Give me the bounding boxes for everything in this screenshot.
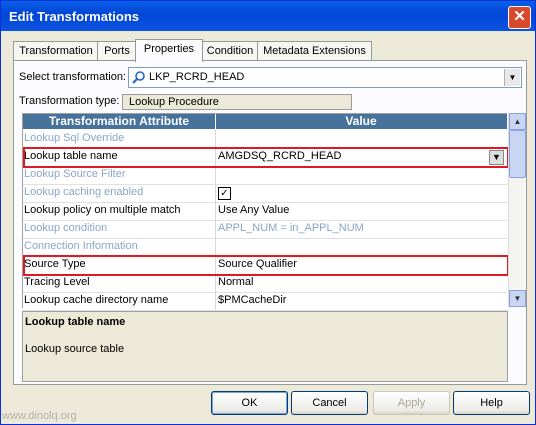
header-attribute: Transformation Attribute [23,114,216,129]
grid-row-lookup-sql-override[interactable]: Lookup Sql Override [23,130,507,149]
grid-row-lookup-condition[interactable]: Lookup condition APPL_NUM = in_APPL_NUM [23,220,507,239]
tab-transformation[interactable]: Transformation [13,41,99,61]
grid-header: Transformation Attribute Value [23,114,507,129]
row-attribute: Lookup table name [24,150,118,162]
properties-panel: Select transformation: LKP_RCRD_HEAD ▼ T… [13,60,527,385]
dropdown-arrow-icon[interactable]: ▼ [489,150,504,165]
description-box: Lookup table name Lookup source table [22,311,508,382]
window-title: Edit Transformations [9,9,140,24]
description-title: Lookup table name [25,316,126,328]
scroll-up-icon[interactable]: ▲ [509,113,526,130]
row-attribute: Source Type [24,258,86,270]
select-transformation-combo[interactable]: LKP_RCRD_HEAD ▼ [128,67,522,88]
tab-metadata-extensions[interactable]: Metadata Extensions [257,41,372,61]
title-bar: Edit Transformations ✕ [1,1,535,31]
row-value: Use Any Value [218,204,290,216]
row-attribute: Lookup policy on multiple match [24,204,181,216]
watermark: www.dinolq.org [2,410,77,422]
row-attribute: Lookup condition [24,222,108,234]
caching-checkbox[interactable]: ✓ [218,187,231,200]
row-attribute: Lookup Source Filter [24,168,126,180]
grid-row-lookup-caching-enabled[interactable]: Lookup caching enabled ✓ [23,184,507,203]
cancel-button[interactable]: Cancel [291,391,368,415]
grid-row-tracing-level[interactable]: Tracing Level Normal [23,274,507,293]
scroll-thumb[interactable] [509,130,526,178]
chevron-down-icon[interactable]: ▼ [504,69,520,86]
tab-properties[interactable]: Properties [135,39,203,62]
grid-row-lookup-table-name[interactable]: Lookup table name AMGDSQ_RCRD_HEAD ▼ [23,148,507,167]
row-value: APPL_NUM = in_APPL_NUM [218,222,364,234]
transformation-type-label: Transformation type: [19,95,120,107]
scroll-down-icon[interactable]: ▼ [509,290,526,307]
transformation-type-value: Lookup Procedure [122,94,352,110]
row-attribute: Lookup Sql Override [24,132,125,144]
description-text: Lookup source table [25,343,125,355]
row-attribute: Tracing Level [24,276,90,288]
select-transformation-value: LKP_RCRD_HEAD [149,71,245,83]
row-value: Source Qualifier [218,258,297,270]
header-value: Value [345,114,377,128]
help-button[interactable]: Help [453,391,530,415]
grid-row-source-type[interactable]: Source Type Source Qualifier [23,256,507,275]
grid-row-connection-information[interactable]: Connection Information [23,238,507,257]
edit-transformations-dialog: Edit Transformations ✕ Transformation Po… [0,0,536,425]
grid-row-lookup-cache-directory[interactable]: Lookup cache directory name $PMCacheDir [23,292,507,311]
ok-button[interactable]: OK [211,391,288,415]
row-value: $PMCacheDir [218,294,287,306]
lookup-icon [132,70,146,84]
grid-scrollbar[interactable]: ▲ ▼ [508,113,526,307]
apply-button[interactable]: Apply [373,391,450,415]
close-button[interactable]: ✕ [508,6,531,29]
grid-row-lookup-policy[interactable]: Lookup policy on multiple match Use Any … [23,202,507,221]
tab-condition[interactable]: Condition [201,41,259,61]
row-value: AMGDSQ_RCRD_HEAD [218,150,342,162]
row-attribute: Lookup caching enabled [24,186,144,198]
grid-row-lookup-source-filter[interactable]: Lookup Source Filter [23,166,507,185]
row-attribute: Connection Information [24,240,138,252]
properties-grid: Transformation Attribute Value Lookup Sq… [22,113,509,311]
select-transformation-label: Select transformation: [19,71,126,83]
row-value: Normal [218,276,254,288]
row-attribute: Lookup cache directory name [24,294,169,306]
tab-ports[interactable]: Ports [97,41,137,61]
